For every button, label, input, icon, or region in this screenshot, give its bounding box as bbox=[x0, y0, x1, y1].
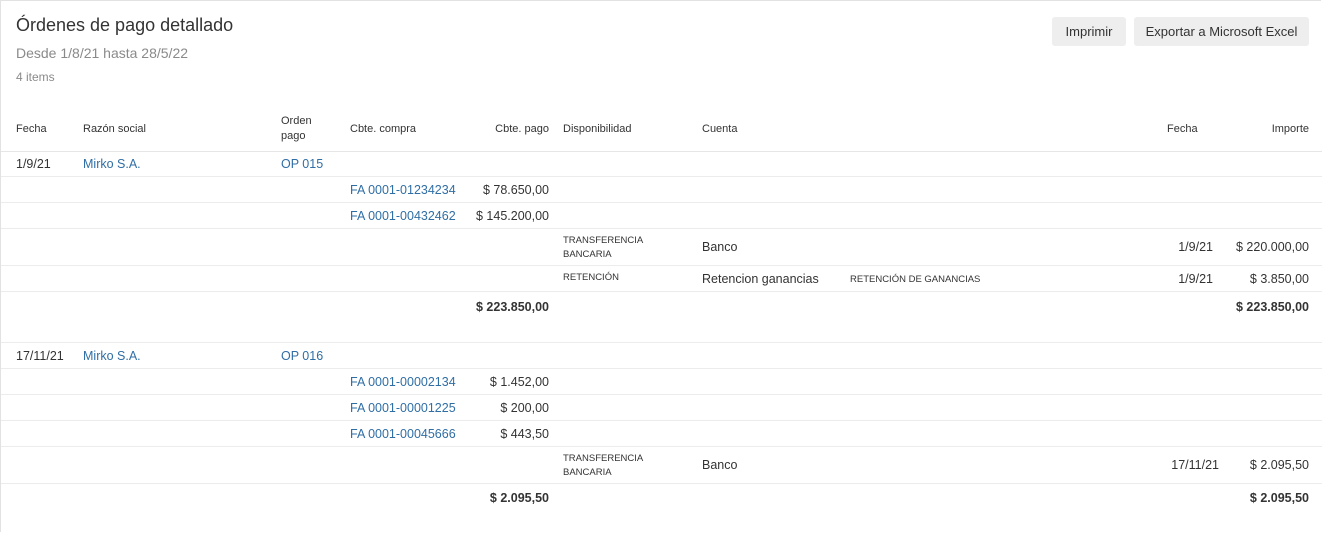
invoice-amount: $ 145.200,00 bbox=[476, 209, 549, 223]
order-date: 1/9/21 bbox=[16, 157, 51, 171]
invoice-amount: $ 200,00 bbox=[500, 401, 549, 415]
supplier-link[interactable]: Mirko S.A. bbox=[83, 348, 141, 364]
group-separator bbox=[1, 321, 1322, 343]
invoice-link[interactable]: FA 0001-00002134 bbox=[350, 374, 456, 390]
account: Retencion ganancias bbox=[702, 272, 819, 286]
col-orden-line1: Orden bbox=[281, 115, 312, 127]
payment-method: TRANSFERENCIA BANCARIA bbox=[563, 452, 673, 480]
payment-date: 1/9/21 bbox=[1178, 240, 1213, 254]
col-orden-line2: pago bbox=[281, 130, 306, 142]
invoice-link[interactable]: FA 0001-01234234 bbox=[350, 182, 456, 198]
payment-date: 1/9/21 bbox=[1178, 272, 1213, 286]
total-row: $ 2.095,50 $ 2.095,50 bbox=[1, 484, 1322, 512]
date-range: Desde 1/8/21 hasta 28/5/22 bbox=[16, 45, 189, 61]
payment-method: RETENCIÓN bbox=[563, 272, 619, 283]
account: Banco bbox=[702, 458, 738, 472]
item-count: 4 items bbox=[16, 70, 55, 84]
invoice-row: FA 0001-00001225 $ 200,00 bbox=[1, 395, 1322, 421]
invoice-row: FA 0001-00002134 $ 1.452,00 bbox=[1, 369, 1322, 395]
account-detail: RETENCIÓN DE GANANCIAS bbox=[850, 274, 981, 285]
col-orden-pago: Orden pago bbox=[281, 114, 312, 144]
total-payments: $ 223.850,00 bbox=[1236, 300, 1309, 314]
payment-amount: $ 3.850,00 bbox=[1249, 272, 1309, 286]
col-cbte-pago: Cbte. pago bbox=[495, 123, 549, 135]
payment-order-link[interactable]: OP 015 bbox=[281, 156, 323, 172]
total-row: $ 223.850,00 $ 223.850,00 bbox=[1, 292, 1322, 320]
total-invoices: $ 2.095,50 bbox=[489, 491, 549, 505]
invoice-row: FA 0001-01234234 $ 78.650,00 bbox=[1, 177, 1322, 203]
payment-method-line2: BANCARIA bbox=[563, 467, 612, 478]
col-cbte-compra: Cbte. compra bbox=[350, 123, 417, 135]
payment-method-line2: BANCARIA bbox=[563, 249, 612, 260]
col-razon-social: Razón social bbox=[83, 123, 146, 135]
order-date: 17/11/21 bbox=[16, 349, 64, 363]
payment-method: TRANSFERENCIA BANCARIA bbox=[563, 234, 673, 262]
col-importe: Importe bbox=[1271, 123, 1309, 135]
payment-method-line1: TRANSFERENCIA bbox=[563, 453, 644, 464]
payment-row: RETENCIÓN Retencion ganancias RETENCIÓN … bbox=[1, 266, 1322, 292]
export-excel-button[interactable]: Exportar a Microsoft Excel bbox=[1134, 17, 1309, 46]
supplier-link[interactable]: Mirko S.A. bbox=[83, 156, 141, 172]
payment-method-line1: TRANSFERENCIA bbox=[563, 235, 644, 246]
print-button[interactable]: Imprimir bbox=[1052, 17, 1126, 46]
table-header: Fecha Razón social Orden pago Cbte. comp… bbox=[1, 106, 1322, 152]
invoice-link[interactable]: FA 0001-00045666 bbox=[350, 426, 456, 442]
col-fecha-pago: Fecha bbox=[1167, 123, 1198, 135]
invoice-amount: $ 1.452,00 bbox=[489, 375, 549, 389]
invoice-row: FA 0001-00045666 $ 443,50 bbox=[1, 421, 1322, 447]
payment-row: TRANSFERENCIA BANCARIA Banco 17/11/21 $ … bbox=[1, 447, 1322, 484]
order-row: 1/9/21 Mirko S.A. OP 015 bbox=[1, 151, 1322, 177]
account: Banco bbox=[702, 240, 738, 254]
col-fecha: Fecha bbox=[16, 123, 47, 135]
report-panel: Órdenes de pago detallado Desde 1/8/21 h… bbox=[0, 0, 1322, 532]
total-invoices: $ 223.850,00 bbox=[476, 300, 549, 314]
invoice-link[interactable]: FA 0001-00432462 bbox=[350, 208, 456, 224]
payment-amount: $ 220.000,00 bbox=[1236, 240, 1309, 254]
col-disponibilidad: Disponibilidad bbox=[563, 123, 632, 135]
payment-row: TRANSFERENCIA BANCARIA Banco 1/9/21 $ 22… bbox=[1, 229, 1322, 266]
invoice-amount: $ 443,50 bbox=[500, 427, 549, 441]
invoice-amount: $ 78.650,00 bbox=[482, 183, 549, 197]
col-cuenta: Cuenta bbox=[702, 123, 738, 135]
payment-order-link[interactable]: OP 016 bbox=[281, 348, 323, 364]
payment-date: 17/11/21 bbox=[1171, 458, 1219, 472]
page-title: Órdenes de pago detallado bbox=[16, 15, 234, 35]
invoice-row: FA 0001-00432462 $ 145.200,00 bbox=[1, 203, 1322, 229]
total-payments: $ 2.095,50 bbox=[1249, 491, 1309, 505]
invoice-link[interactable]: FA 0001-00001225 bbox=[350, 400, 456, 416]
payment-amount: $ 2.095,50 bbox=[1249, 458, 1309, 472]
order-row: 17/11/21 Mirko S.A. OP 016 bbox=[1, 343, 1322, 369]
